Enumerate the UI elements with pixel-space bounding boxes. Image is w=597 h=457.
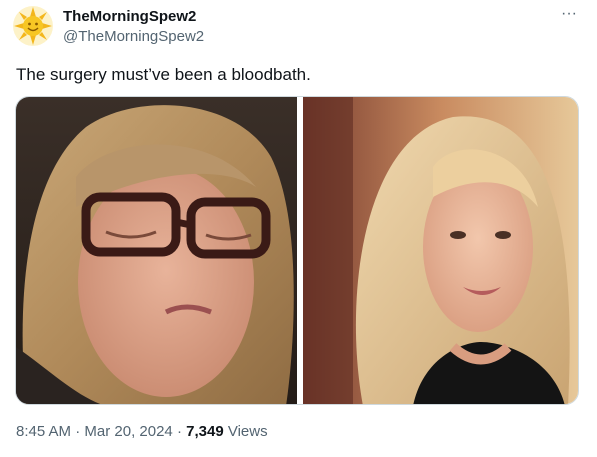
author-handle[interactable]: @TheMorningSpew2 (63, 28, 204, 46)
more-options-icon[interactable]: ··· (557, 6, 581, 26)
author-avatar[interactable] (13, 6, 53, 46)
meta-separator: · (172, 423, 187, 440)
photo-woman-glasses (16, 97, 297, 404)
tweet-meta: 8:45 AM · Mar 20, 2024 · 7,349 Views (16, 423, 268, 441)
tweet-time[interactable]: 8:45 AM (16, 423, 71, 440)
photo-woman-blonde (303, 97, 578, 404)
views-count: 7,349 (186, 423, 224, 440)
author-display-name[interactable]: TheMorningSpew2 (63, 8, 196, 26)
views-label: Views (223, 423, 268, 440)
tweet-date[interactable]: Mar 20, 2024 (84, 423, 172, 440)
meta-separator: · (71, 423, 85, 440)
sun-avatar-icon (13, 6, 53, 46)
tweet-text: The surgery must’ve been a bloodbath. (16, 65, 311, 84)
media-photo-left[interactable] (16, 97, 297, 404)
media-photo-right[interactable] (303, 97, 578, 404)
tweet-media[interactable] (15, 96, 579, 405)
tweet-card: TheMorningSpew2 @TheMorningSpew2 ··· The… (0, 0, 597, 457)
